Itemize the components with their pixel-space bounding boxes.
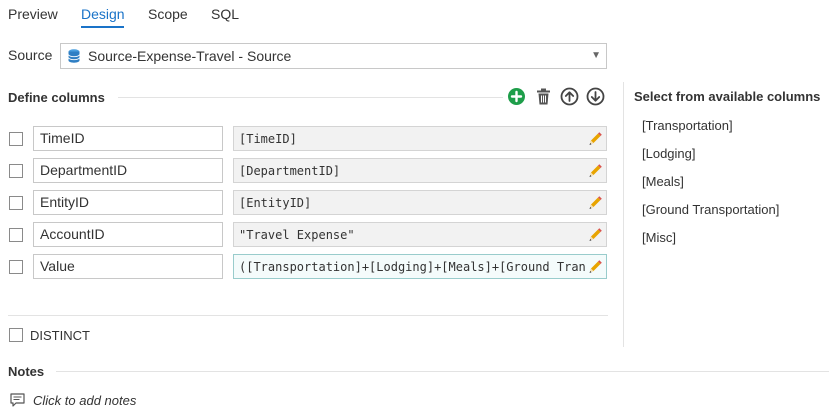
column-expression-input[interactable]: [EntityID] (233, 190, 607, 215)
column-row: DepartmentID [DepartmentID] (0, 158, 610, 184)
available-columns-title: Select from available columns (634, 89, 821, 104)
pencil-icon[interactable] (587, 227, 603, 243)
source-label: Source (8, 47, 53, 63)
expression-text: ([Transportation]+[Lodging]+[Meals]+[Gro… (239, 260, 586, 274)
column-name-input[interactable]: AccountID (33, 222, 223, 247)
pencil-icon[interactable] (587, 163, 603, 179)
available-column-item[interactable]: [Misc] (642, 230, 676, 245)
available-column-item[interactable]: [Lodging] (642, 146, 696, 161)
comment-icon[interactable] (10, 393, 25, 407)
column-row: AccountID "Travel Expense" (0, 222, 610, 248)
available-column-item[interactable]: [Meals] (642, 174, 684, 189)
database-icon (68, 49, 80, 63)
available-column-item[interactable]: [Transportation] (642, 118, 733, 133)
column-row: TimeID [TimeID] (0, 126, 610, 152)
divider (8, 315, 608, 316)
section-divider (118, 97, 503, 98)
expression-text: [DepartmentID] (239, 164, 341, 178)
row-checkbox[interactable] (9, 164, 23, 178)
column-expression-input[interactable]: ([Transportation]+[Lodging]+[Meals]+[Gro… (233, 254, 607, 279)
tab-scope[interactable]: Scope (148, 6, 188, 22)
tab-bar: Preview Design Scope SQL (0, 0, 829, 30)
row-checkbox[interactable] (9, 196, 23, 210)
column-expression-input[interactable]: "Travel Expense" (233, 222, 607, 247)
column-name-input[interactable]: DepartmentID (33, 158, 223, 183)
column-row: EntityID [EntityID] (0, 190, 610, 216)
define-columns-title: Define columns (8, 90, 105, 105)
distinct-checkbox[interactable] (9, 328, 23, 342)
expression-text: [EntityID] (239, 196, 312, 210)
active-tab-indicator (81, 26, 124, 28)
tab-design[interactable]: Design (81, 6, 125, 22)
available-column-item[interactable]: [Ground Transportation] (642, 202, 779, 217)
source-dropdown[interactable]: Source-Expense-Travel - Source ▼ (60, 43, 607, 69)
source-value: Source-Expense-Travel - Source (88, 48, 292, 64)
expression-text: "Travel Expense" (239, 228, 355, 242)
column-expression-input[interactable]: [TimeID] (233, 126, 607, 151)
column-name-input[interactable]: TimeID (33, 126, 223, 151)
add-icon[interactable] (507, 87, 526, 106)
move-down-icon[interactable] (586, 87, 605, 106)
pencil-icon[interactable] (587, 131, 603, 147)
tab-preview[interactable]: Preview (8, 6, 58, 22)
add-notes-link[interactable]: Click to add notes (33, 393, 136, 408)
distinct-label: DISTINCT (30, 328, 90, 343)
column-name-input[interactable]: EntityID (33, 190, 223, 215)
expression-text: [TimeID] (239, 132, 297, 146)
delete-icon[interactable] (534, 87, 553, 106)
move-up-icon[interactable] (560, 87, 579, 106)
column-row: Value ([Transportation]+[Lodging]+[Meals… (0, 254, 610, 280)
panel-divider (623, 82, 624, 347)
chevron-down-icon[interactable]: ▼ (591, 50, 601, 61)
notes-divider (56, 371, 829, 372)
pencil-icon[interactable] (587, 259, 603, 275)
row-checkbox[interactable] (9, 260, 23, 274)
column-name-input[interactable]: Value (33, 254, 223, 279)
row-checkbox[interactable] (9, 228, 23, 242)
column-expression-input[interactable]: [DepartmentID] (233, 158, 607, 183)
tab-sql[interactable]: SQL (211, 6, 239, 22)
pencil-icon[interactable] (587, 195, 603, 211)
notes-title: Notes (8, 364, 45, 379)
row-checkbox[interactable] (9, 132, 23, 146)
